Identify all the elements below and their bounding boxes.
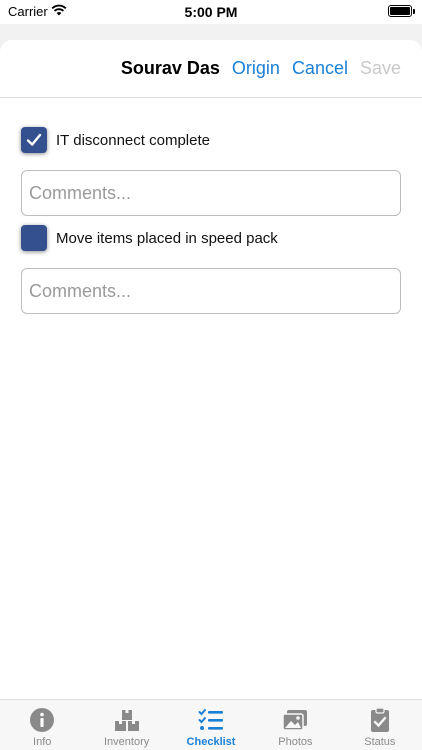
tab-label: Photos	[278, 736, 313, 748]
cancel-button[interactable]: Cancel	[292, 58, 348, 79]
status-time: 5:00 PM	[184, 4, 238, 20]
battery-icon	[388, 5, 412, 17]
info-icon	[30, 708, 55, 732]
status-bar: Carrier 5:00 PM	[0, 0, 422, 24]
tab-label: Inventory	[103, 736, 150, 748]
modal-sheet: Sourav Das Origin Cancel Save IT disconn…	[0, 40, 422, 750]
photos-icon	[282, 710, 308, 731]
save-button[interactable]: Save	[360, 58, 401, 79]
battery-nub	[413, 9, 415, 14]
checklist-icon	[198, 709, 224, 730]
tab-label: Status	[364, 736, 396, 748]
comment-input[interactable]	[21, 268, 401, 314]
checklist-item-label: IT disconnect complete	[56, 131, 210, 149]
nav-title: Sourav Das	[120, 58, 220, 78]
checklist-item-label: Move items placed in speed pack	[56, 229, 278, 247]
checkbox-checked[interactable]	[21, 127, 47, 153]
tab-inventory[interactable]: Inventory	[84, 700, 168, 750]
tab-checklist[interactable]: Checklist	[169, 700, 253, 750]
navigation-bar: Sourav Das Origin Cancel Save	[0, 40, 422, 98]
tab-label: Info	[33, 736, 52, 748]
boxes-icon	[114, 710, 139, 731]
tab-label: Checklist	[186, 736, 236, 748]
origin-button[interactable]: Origin	[232, 58, 280, 79]
checklist-item: Move items placed in speed pack	[21, 225, 278, 251]
checklist-item: IT disconnect complete	[21, 127, 210, 153]
comment-input[interactable]	[21, 170, 401, 216]
clipboard-check-icon	[370, 707, 389, 732]
tab-photos[interactable]: Photos	[253, 700, 337, 750]
tab-status[interactable]: Status	[338, 700, 422, 750]
checkbox-unchecked[interactable]	[21, 225, 47, 251]
tab-bar: Info Inventory Checklist Photos Status	[0, 699, 422, 750]
tab-info[interactable]: Info	[0, 700, 84, 750]
checkmark-icon	[26, 133, 42, 146]
